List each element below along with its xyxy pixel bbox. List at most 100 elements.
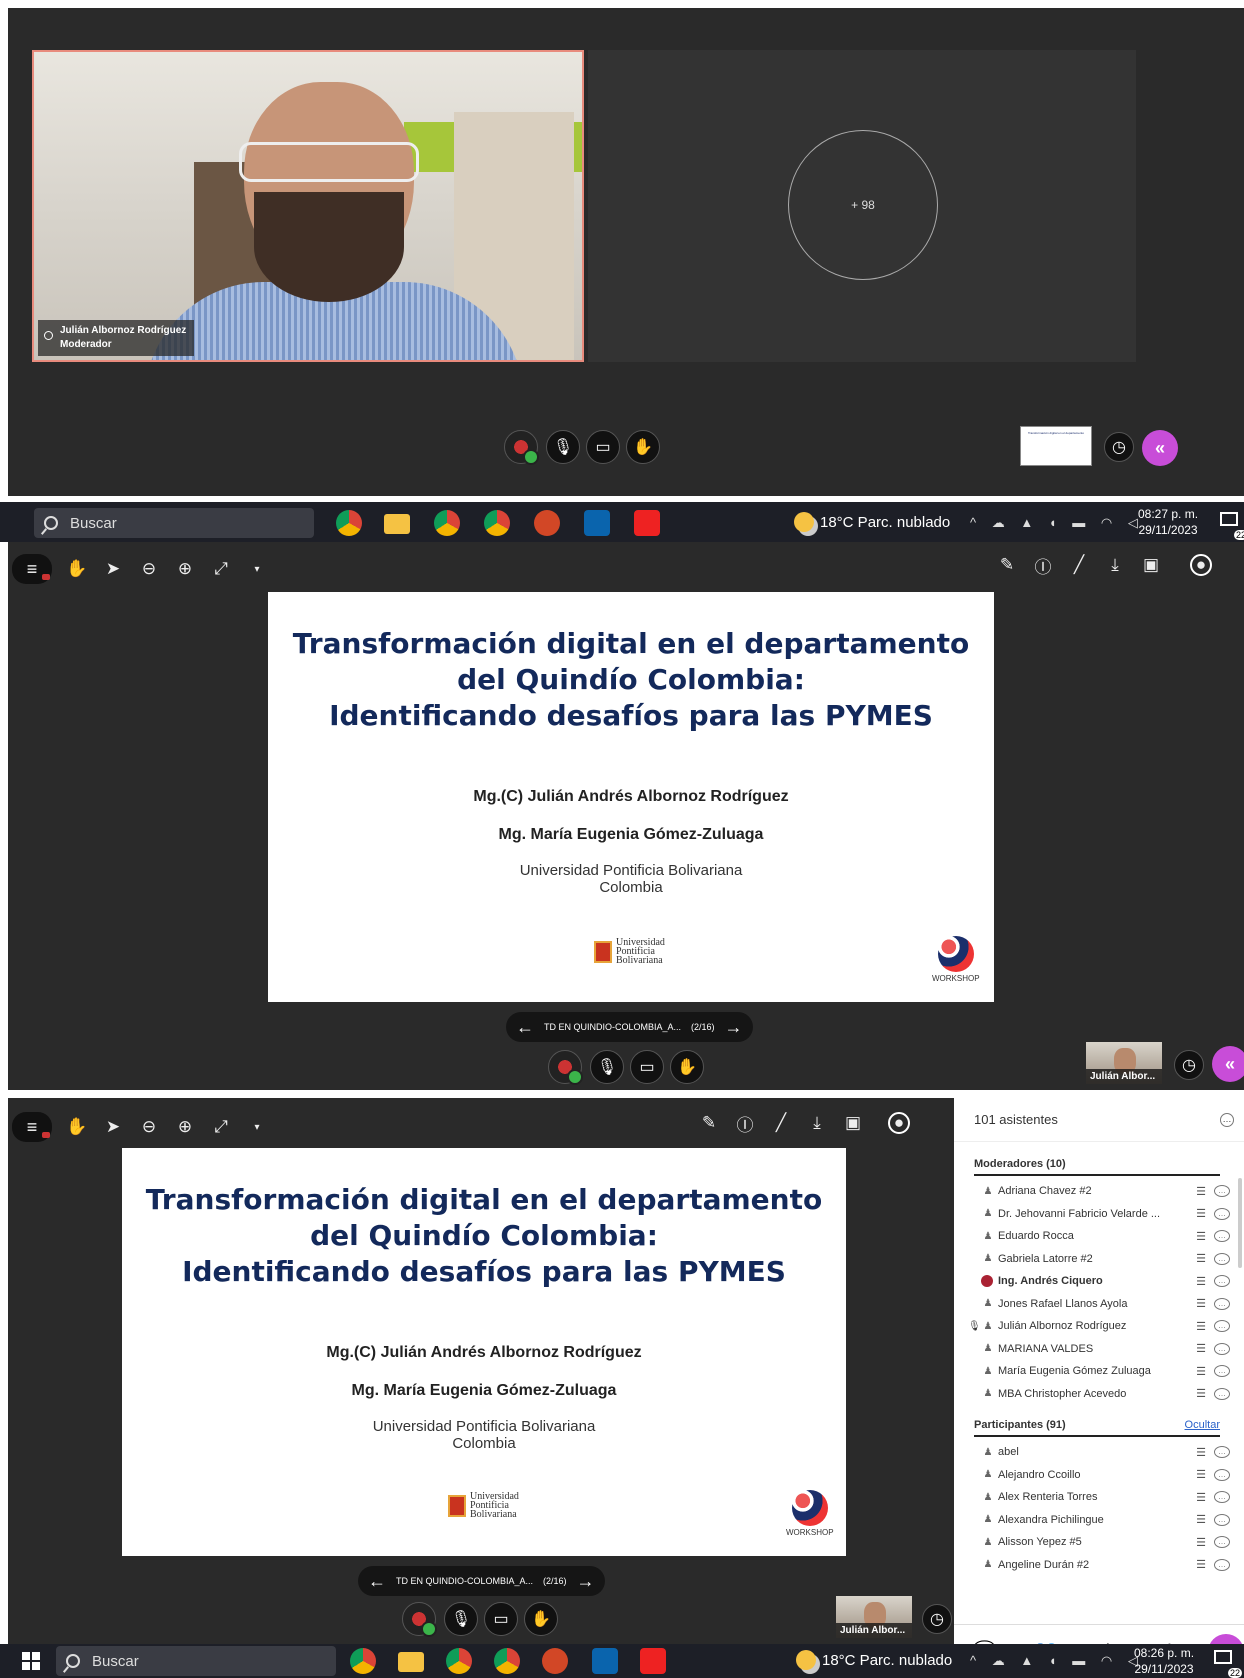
more-options-icon[interactable]: … <box>1214 1207 1230 1220</box>
more-options-icon[interactable]: … <box>1214 1185 1230 1198</box>
attendee-row[interactable]: Ing. Andrés Ciquero ☰… <box>968 1270 1230 1293</box>
scrollbar[interactable] <box>1238 1178 1242 1268</box>
powerpoint-icon[interactable] <box>534 510 560 536</box>
line-tool-icon[interactable]: ╱ <box>1068 554 1090 576</box>
status-button[interactable]: ◷ <box>922 1604 952 1634</box>
prev-slide-icon[interactable]: ← <box>368 1571 386 1592</box>
taskbar-search[interactable]: Buscar <box>34 508 314 538</box>
more-options-icon[interactable]: … <box>1214 1558 1230 1571</box>
chevron-down-icon[interactable]: ▾ <box>246 1116 268 1138</box>
folder-icon[interactable] <box>398 1652 424 1672</box>
attendee-row[interactable]: ♟ María Eugenia Gómez Zuluaga ☰… <box>968 1360 1230 1383</box>
text-tool-icon[interactable]: Ⓘ <box>734 1112 756 1135</box>
list-icon[interactable]: ☰ <box>1192 1468 1210 1481</box>
chrome-icon-2[interactable] <box>446 1648 472 1674</box>
list-icon[interactable]: ☰ <box>1192 1320 1210 1333</box>
list-icon[interactable]: ☰ <box>1192 1230 1210 1243</box>
hand-tool-icon[interactable]: ✋ <box>66 1116 88 1138</box>
weather-widget[interactable]: 18°C Parc. nublado <box>794 512 950 532</box>
zoom-in-icon[interactable]: ⊕ <box>174 1116 196 1138</box>
taskbar-clock[interactable]: 08:27 p. m. 29/11/2023 <box>1138 506 1198 538</box>
chrome-icon-2[interactable] <box>434 510 460 536</box>
pointer-tool-icon[interactable]: ➤ <box>102 558 124 580</box>
mini-camera-tile[interactable]: Julián Albor... <box>836 1596 912 1638</box>
pointer-tool-icon[interactable]: ➤ <box>102 1116 124 1138</box>
attendee-row[interactable]: 🎙 ♟ Julián Albornoz Rodríguez ☰… <box>968 1315 1230 1338</box>
notification-icon[interactable]: 22 <box>1214 1650 1242 1678</box>
text-tool-icon[interactable]: Ⓘ <box>1032 554 1054 577</box>
folder-icon[interactable] <box>384 514 410 534</box>
more-options-icon[interactable]: … <box>1214 1513 1230 1526</box>
screenshot-icon[interactable]: ▣ <box>842 1112 864 1134</box>
pen-tool-icon[interactable]: ✎ <box>996 554 1018 576</box>
taskbar-clock[interactable]: 08:26 p. m. 29/11/2023 <box>1134 1645 1194 1677</box>
pdf-icon[interactable] <box>634 510 660 536</box>
more-options-icon[interactable]: … <box>1220 1112 1234 1127</box>
raise-hand-button[interactable]: ✋ <box>626 430 660 464</box>
mic-off-button[interactable]: 🎙 <box>590 1050 624 1084</box>
slide-thumbnail[interactable]: Transformación digital en el departament… <box>1020 426 1092 466</box>
attendee-row[interactable]: ♟ Angeline Durán #2 ☰… <box>968 1554 1230 1577</box>
more-options-icon[interactable]: … <box>1214 1297 1230 1310</box>
more-options-icon[interactable]: … <box>1214 1365 1230 1378</box>
list-icon[interactable]: ☰ <box>1192 1275 1210 1288</box>
list-icon[interactable]: ☰ <box>1192 1446 1210 1459</box>
outlook-icon[interactable] <box>584 510 610 536</box>
camera-off-button[interactable]: ▭ <box>484 1602 518 1636</box>
record-icon[interactable]: ● <box>1190 554 1212 576</box>
attendee-row[interactable]: ♟ Alejandro Ccoillo ☰… <box>968 1464 1230 1487</box>
download-icon[interactable]: ⤓ <box>806 1112 828 1134</box>
taskbar-search[interactable]: Buscar <box>56 1646 336 1676</box>
windows-start-icon[interactable] <box>22 1652 40 1670</box>
speaker-video[interactable]: Julián Albornoz Rodríguez Moderador <box>32 50 584 362</box>
chrome-icon-3[interactable] <box>484 510 510 536</box>
expand-panel-button[interactable]: « <box>1212 1046 1244 1082</box>
more-options-icon[interactable]: … <box>1214 1230 1230 1243</box>
mic-off-button[interactable]: 🎙 <box>546 430 580 464</box>
user-avatar-button[interactable] <box>504 430 539 465</box>
more-options-icon[interactable]: … <box>1214 1342 1230 1355</box>
next-slide-icon[interactable]: → <box>577 1571 595 1592</box>
outlook-icon[interactable] <box>592 1648 618 1674</box>
line-tool-icon[interactable]: ╱ <box>770 1112 792 1134</box>
hide-participants-link[interactable]: Ocultar <box>1185 1419 1220 1431</box>
attendee-row[interactable]: ♟ Eduardo Rocca ☰… <box>968 1225 1230 1248</box>
more-options-icon[interactable]: … <box>1214 1491 1230 1504</box>
expand-panel-button[interactable]: « <box>1142 430 1178 466</box>
raise-hand-button[interactable]: ✋ <box>524 1602 558 1636</box>
prev-slide-icon[interactable]: ← <box>516 1017 534 1038</box>
raise-hand-button[interactable]: ✋ <box>670 1050 704 1084</box>
zoom-out-icon[interactable]: ⊖ <box>138 558 160 580</box>
attendee-row[interactable]: ♟Arianna Stefany Chango Pinargo☰… <box>968 1576 1230 1581</box>
attendee-row[interactable]: ♟ Alexandra Pichilingue ☰… <box>968 1509 1230 1532</box>
zoom-out-icon[interactable]: ⊖ <box>138 1116 160 1138</box>
download-icon[interactable]: ⤓ <box>1104 554 1126 576</box>
others-count-circle[interactable]: + 98 <box>788 130 938 280</box>
next-slide-icon[interactable]: → <box>725 1017 743 1038</box>
powerpoint-icon[interactable] <box>542 1648 568 1674</box>
attendee-row[interactable]: ♟ MBA Christopher Acevedo ☰… <box>968 1383 1230 1406</box>
notification-icon[interactable]: 22 <box>1220 512 1244 540</box>
menu-button[interactable]: ≡ <box>12 1112 52 1142</box>
list-icon[interactable]: ☰ <box>1192 1387 1210 1400</box>
mic-off-button[interactable]: 🎙 <box>444 1602 478 1636</box>
user-avatar-button[interactable] <box>548 1050 583 1085</box>
list-icon[interactable]: ☰ <box>1192 1185 1210 1198</box>
more-options-icon[interactable]: … <box>1214 1387 1230 1400</box>
list-icon[interactable]: ☰ <box>1192 1491 1210 1504</box>
more-options-icon[interactable]: … <box>1214 1446 1230 1459</box>
more-options-icon[interactable]: … <box>1214 1275 1230 1288</box>
more-options-icon[interactable]: … <box>1214 1536 1230 1549</box>
list-icon[interactable]: ☰ <box>1192 1536 1210 1549</box>
pen-tool-icon[interactable]: ✎ <box>698 1112 720 1134</box>
more-options-icon[interactable]: … <box>1214 1320 1230 1333</box>
fit-screen-icon[interactable]: ⤢ <box>210 1116 232 1138</box>
screenshot-icon[interactable]: ▣ <box>1140 554 1162 576</box>
list-icon[interactable]: ☰ <box>1192 1365 1210 1378</box>
menu-button[interactable]: ≡ <box>12 554 52 584</box>
attendee-row[interactable]: ♟ Alex Renteria Torres ☰… <box>968 1486 1230 1509</box>
system-tray-icons[interactable]: ^ ☁ ▲ ◖ ▬ ◠ ◁ <box>970 515 1144 531</box>
attendee-row[interactable]: ♟ Jones Rafael Llanos Ayola ☰… <box>968 1293 1230 1316</box>
fit-screen-icon[interactable]: ⤢ <box>210 558 232 580</box>
user-avatar-button[interactable] <box>402 1602 437 1637</box>
